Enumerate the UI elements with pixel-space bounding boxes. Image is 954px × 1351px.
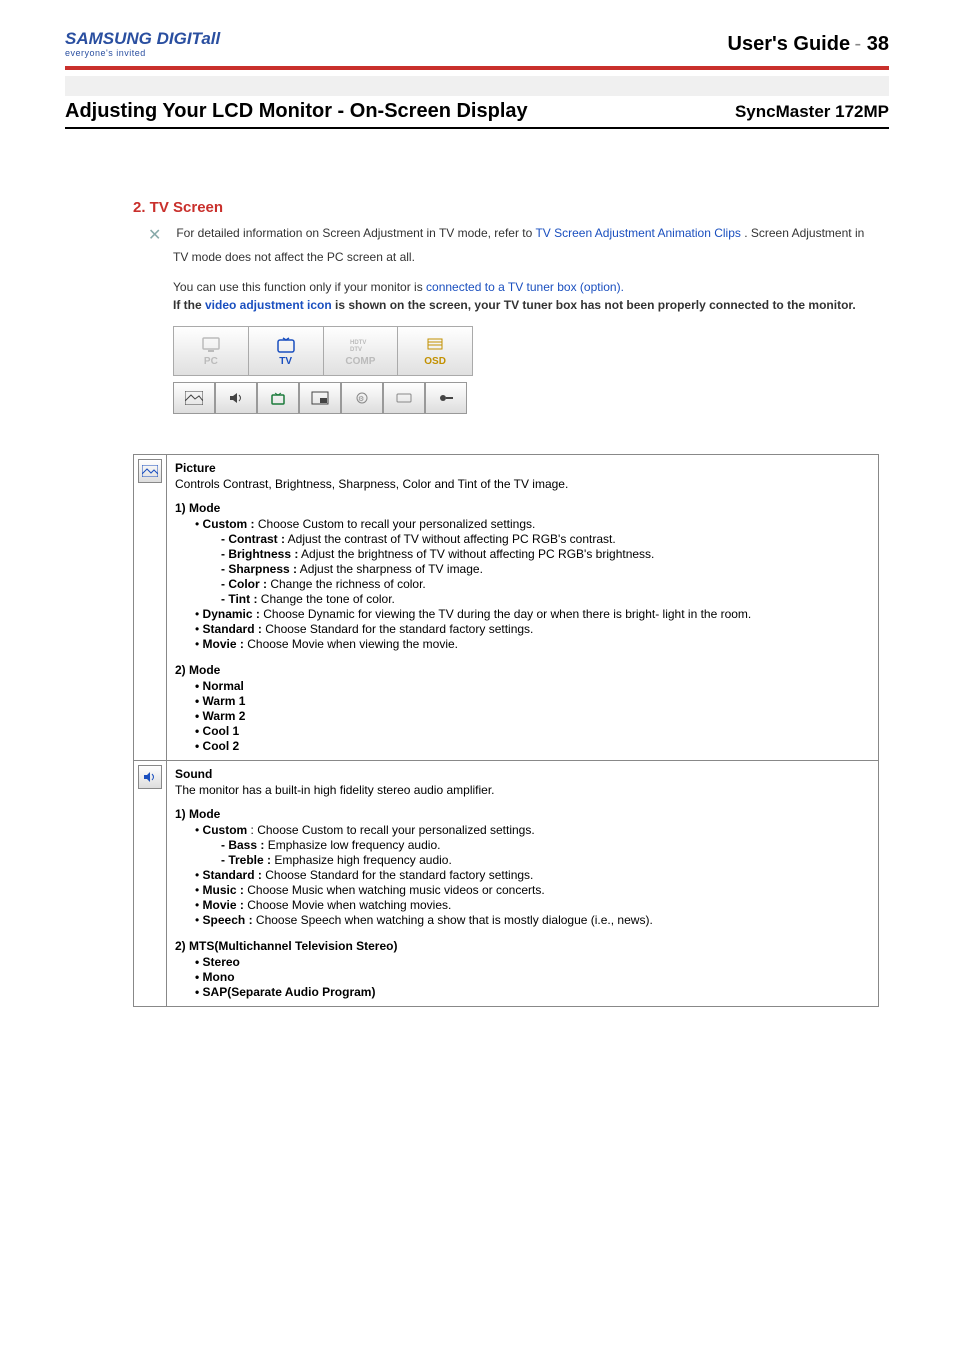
- sound-music-item: • Music : Choose Music when watching mus…: [195, 883, 870, 897]
- picture-row-icon-cell: [134, 455, 167, 761]
- tv-icon: [275, 336, 297, 354]
- tab-tv-label: TV: [279, 356, 292, 367]
- red-divider: [65, 66, 889, 70]
- page-number: 38: [867, 33, 889, 55]
- sound-row-icon: [138, 765, 162, 789]
- picture-icon[interactable]: [173, 382, 215, 414]
- sound-treble: - Treble : Emphasize high frequency audi…: [221, 853, 870, 867]
- guide-label: User's Guide: [728, 33, 851, 55]
- svg-text:⚙: ⚙: [358, 395, 364, 403]
- picture-movie-item: • Movie : Choose Movie when viewing the …: [195, 637, 870, 651]
- title-row: Adjusting Your LCD Monitor - On-Screen D…: [65, 100, 889, 129]
- brand-logo: SAMSUNG DIGITall everyone's invited: [65, 30, 220, 58]
- header: SAMSUNG DIGITall everyone's invited User…: [65, 30, 889, 58]
- osd-icon: [424, 336, 446, 354]
- sound-sap: • SAP(Separate Audio Program): [195, 985, 870, 999]
- picture-standard-item: • Standard : Choose Standard for the sta…: [195, 622, 870, 636]
- picture-title: Picture: [175, 461, 870, 475]
- model-name: SyncMaster 172MP: [735, 102, 889, 122]
- video-adjust-link[interactable]: video adjustment icon: [205, 298, 332, 312]
- picture-dynamic-item: • Dynamic : Choose Dynamic for viewing t…: [195, 607, 870, 621]
- intro1-pre: For detailed information on Screen Adjus…: [176, 226, 535, 240]
- picture-warm2: • Warm 2: [195, 709, 870, 723]
- picture-normal: • Normal: [195, 679, 870, 693]
- tab-pc-label: PC: [204, 356, 218, 367]
- page-title: Adjusting Your LCD Monitor - On-Screen D…: [65, 100, 528, 123]
- osd-icon-row: ⚙: [173, 382, 473, 414]
- tv-animation-link[interactable]: TV Screen Adjustment Animation Clips: [535, 226, 740, 240]
- tuner-box-link[interactable]: connected to a TV tuner box (option).: [426, 280, 624, 294]
- picture-cell: Picture Controls Contrast, Brightness, S…: [167, 455, 879, 761]
- logo-sub-text: everyone's invited: [65, 49, 220, 58]
- tab-tv[interactable]: TV: [249, 327, 324, 375]
- picture-cool2: • Cool 2: [195, 739, 870, 753]
- tab-osd-label: OSD: [424, 356, 446, 367]
- sound-stereo: • Stereo: [195, 955, 870, 969]
- picture-sharpness: - Sharpness : Adjust the sharpness of TV…: [221, 562, 870, 576]
- tab-comp[interactable]: HDTVDTV COMP: [324, 327, 399, 375]
- component-icon: HDTVDTV: [349, 336, 371, 354]
- sound-movie-item: • Movie : Choose Movie when watching mov…: [195, 898, 870, 912]
- monitor-icon: [200, 336, 222, 354]
- sound-cell: Sound The monitor has a built-in high fi…: [167, 761, 879, 1007]
- intro2-pre: You can use this function only if your m…: [173, 280, 426, 294]
- sound-custom-item: • Custom : Choose Custom to recall your …: [195, 823, 870, 837]
- intro3-post: is shown on the screen, your TV tuner bo…: [335, 298, 856, 312]
- tab-pc[interactable]: PC: [174, 327, 249, 375]
- setup-icon[interactable]: [425, 382, 467, 414]
- sound-row-icon-cell: [134, 761, 167, 1007]
- size-icon[interactable]: [383, 382, 425, 414]
- picture-contrast: - Contrast : Adjust the contrast of TV w…: [221, 532, 870, 546]
- function-icon[interactable]: ⚙: [341, 382, 383, 414]
- sound-bass: - Bass : Emphasize low frequency audio.: [221, 838, 870, 852]
- sound-standard-item: • Standard : Choose Standard for the sta…: [195, 868, 870, 882]
- picture-brightness: - Brightness : Adjust the brightness of …: [221, 547, 870, 561]
- gray-banner: [65, 76, 889, 96]
- sound-speech-item: • Speech : Choose Speech when watching a…: [195, 913, 870, 927]
- sound-title: Sound: [175, 767, 870, 781]
- sound-desc: The monitor has a built-in high fidelity…: [175, 783, 870, 797]
- sound-mts-heading: 2) MTS(Multichannel Television Stereo): [175, 939, 870, 953]
- logo-main-text: SAMSUNG DIGITall: [65, 30, 220, 47]
- info-paragraph-2: You can use this function only if your m…: [133, 278, 879, 314]
- section-heading: 2. TV Screen: [133, 199, 879, 216]
- tab-osd[interactable]: OSD: [398, 327, 472, 375]
- picture-custom-item: • Custom : Choose Custom to recall your …: [195, 517, 870, 531]
- picture-mode2-heading: 2) Mode: [175, 663, 870, 677]
- definitions-table: Picture Controls Contrast, Brightness, S…: [133, 454, 879, 1007]
- pip-icon[interactable]: [299, 382, 341, 414]
- tab-comp-label: COMP: [345, 356, 375, 367]
- sound-mode1-heading: 1) Mode: [175, 807, 870, 821]
- intro3-pre: If the: [173, 298, 205, 312]
- picture-mode1-heading: 1) Mode: [175, 501, 870, 515]
- info-paragraph-1: ✕ For detailed information on Screen Adj…: [133, 224, 879, 266]
- svg-text:DTV: DTV: [350, 347, 362, 353]
- sound-icon[interactable]: [215, 382, 257, 414]
- picture-cool1: • Cool 1: [195, 724, 870, 738]
- input-mode-tabs: PC TV HDTVDTV COMP: [173, 326, 473, 376]
- picture-warm1: • Warm 1: [195, 694, 870, 708]
- picture-color: - Color : Change the richness of color.: [221, 577, 870, 591]
- guide-sep: -: [855, 33, 867, 55]
- picture-desc: Controls Contrast, Brightness, Sharpness…: [175, 477, 870, 491]
- info-icon: ✕: [148, 224, 168, 248]
- guide-title-wrap: User's Guide - 38: [728, 33, 890, 56]
- channel-icon[interactable]: [257, 382, 299, 414]
- picture-row-icon: [138, 459, 162, 483]
- sound-mono: • Mono: [195, 970, 870, 984]
- picture-tint: - Tint : Change the tone of color.: [221, 592, 870, 606]
- svg-text:HDTV: HDTV: [350, 340, 366, 346]
